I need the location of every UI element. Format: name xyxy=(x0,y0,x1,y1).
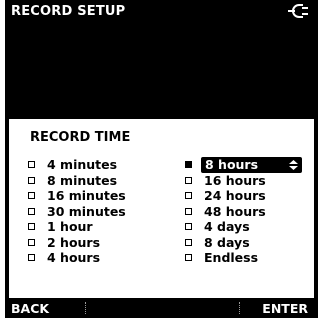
softkey-divider xyxy=(239,302,240,314)
option-1-hour[interactable]: 1 hour xyxy=(28,219,126,235)
record-time-title: RECORD TIME xyxy=(30,130,131,145)
option-4-minutes[interactable]: 4 minutes xyxy=(28,157,126,173)
selected-option-label: 8 hours xyxy=(205,157,259,172)
checkbox-checked-icon xyxy=(185,161,192,168)
option-48-hours[interactable]: 48 hours xyxy=(185,204,302,220)
option-8-minutes[interactable]: 8 minutes xyxy=(28,173,126,189)
option-8-days[interactable]: 8 days xyxy=(185,235,302,251)
screen-title: RECORD SETUP xyxy=(11,4,126,19)
option-4-hours[interactable]: 4 hours xyxy=(28,250,126,266)
checkbox-icon xyxy=(185,238,192,246)
checkbox-icon xyxy=(28,192,35,199)
option-endless[interactable]: Endless xyxy=(185,250,302,266)
option-16-minutes[interactable]: 16 minutes xyxy=(28,188,126,204)
checkbox-icon xyxy=(185,223,192,230)
option-2-hours[interactable]: 2 hours xyxy=(28,235,126,251)
checkbox-icon xyxy=(28,176,35,184)
checkbox-icon xyxy=(185,207,192,215)
checkbox-icon xyxy=(28,207,35,215)
option-30-minutes[interactable]: 30 minutes xyxy=(28,204,126,220)
mains-plug-icon xyxy=(288,4,308,18)
checkbox-icon xyxy=(185,176,192,184)
checkbox-icon xyxy=(185,192,192,199)
option-24-hours[interactable]: 24 hours xyxy=(185,188,302,204)
checkbox-icon xyxy=(185,254,192,261)
record-time-options-right: 8 hours 16 hours 24 hours 48 hours 4 day… xyxy=(185,157,302,266)
device-screen: RECORD SETUP RECORD TIME 4 minutes 8 min… xyxy=(5,0,318,318)
checkbox-icon xyxy=(28,161,35,168)
record-time-options-left: 4 minutes 8 minutes 16 minutes 30 minute… xyxy=(28,157,126,266)
enter-softkey[interactable]: ENTER xyxy=(262,301,308,316)
checkbox-icon xyxy=(28,254,35,261)
checkbox-icon xyxy=(28,223,35,230)
softkey-bar: BACK ENTER xyxy=(5,298,318,318)
record-time-panel: RECORD TIME 4 minutes 8 minutes 16 minut… xyxy=(9,119,314,298)
option-16-hours[interactable]: 16 hours xyxy=(185,173,302,189)
softkey-divider xyxy=(85,302,86,314)
up-down-arrows-icon xyxy=(289,160,298,170)
checkbox-icon xyxy=(28,238,35,246)
option-8-hours-selected[interactable]: 8 hours xyxy=(185,157,302,173)
back-softkey[interactable]: BACK xyxy=(11,301,49,316)
option-4-days[interactable]: 4 days xyxy=(185,219,302,235)
